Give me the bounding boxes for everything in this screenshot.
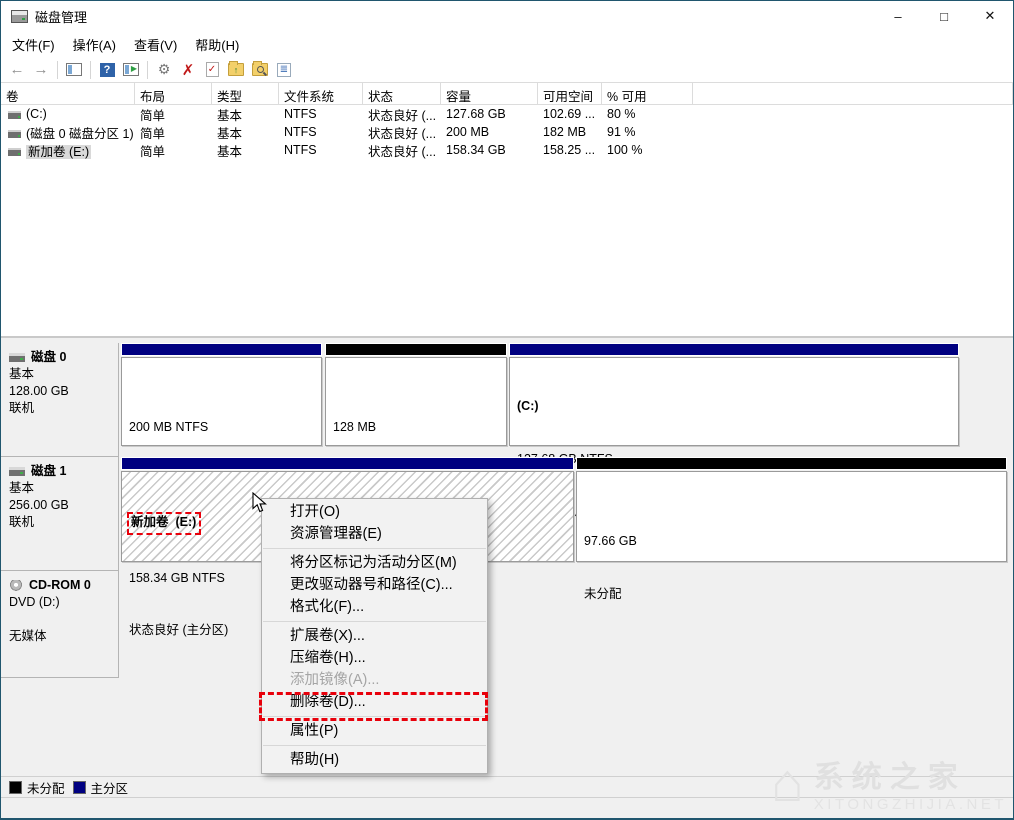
- menu-item-help[interactable]: 帮助(H): [262, 749, 487, 771]
- action-pane-icon[interactable]: [122, 61, 140, 78]
- menu-separator: [263, 745, 486, 746]
- mouse-cursor: [252, 492, 267, 513]
- menu-item-mark-active[interactable]: 将分区标记为活动分区(M): [262, 552, 487, 574]
- forward-icon[interactable]: →: [32, 61, 50, 78]
- partition-header: [576, 457, 1007, 470]
- column-volume[interactable]: 卷: [1, 83, 135, 104]
- legend-swatch-unallocated: [9, 780, 22, 794]
- disk0-row: 磁盘 0 基本 128.00 GB 联机 200 MB NTFS 状态良好 (系…: [1, 343, 1013, 518]
- minimize-button[interactable]: –: [875, 1, 921, 31]
- table-row-selected[interactable]: 新加卷 (E:) 简单 基本 NTFS 状态良好 (... 158.34 GB …: [1, 141, 1013, 159]
- disk-management-window: { "window": { "title": "磁盘管理" }, "titleb…: [0, 0, 1014, 820]
- graphical-view: 磁盘 0 基本 128.00 GB 联机 200 MB NTFS 状态良好 (系…: [1, 337, 1013, 776]
- column-type[interactable]: 类型: [212, 83, 279, 104]
- toolbar: ← → ? ⚙ ✗ ✓ ↑ ≣: [1, 57, 1013, 83]
- back-icon[interactable]: ←: [8, 61, 26, 78]
- partition-header: [509, 343, 959, 356]
- menu-file[interactable]: 文件(F): [3, 31, 64, 58]
- titlebar: 磁盘管理 – □ ✕: [1, 1, 1013, 31]
- menu-bar: 文件(F) 操作(A) 查看(V) 帮助(H): [1, 31, 1013, 57]
- menu-item-extend-volume[interactable]: 扩展卷(X)...: [262, 625, 487, 647]
- disk0-partition-c[interactable]: (C:) 127.68 GB NTFS 状态良好 (启动, 页面文件, 故障转储…: [509, 343, 959, 518]
- check-document-icon[interactable]: ✓: [203, 61, 221, 78]
- column-filesystem[interactable]: 文件系统: [279, 83, 363, 104]
- folder-up-icon[interactable]: ↑: [227, 61, 245, 78]
- context-menu: 打开(O) 资源管理器(E) 将分区标记为活动分区(M) 更改驱动器号和路径(C…: [261, 498, 488, 774]
- column-filler: [693, 83, 1013, 104]
- menu-separator: [263, 548, 486, 549]
- window-controls: – □ ✕: [875, 1, 1013, 31]
- volume-icon: [8, 110, 21, 119]
- tool-icon[interactable]: ⚙: [155, 61, 173, 78]
- console-tree-icon[interactable]: [65, 61, 83, 78]
- disk1-unallocated[interactable]: 97.66 GB 未分配: [576, 457, 1007, 601]
- disk-icon: [9, 353, 25, 362]
- menu-separator: [263, 621, 486, 622]
- annotation-volume-name: 新加卷 (E:): [127, 512, 202, 535]
- disk0-unallocated[interactable]: 128 MB 未分配: [325, 343, 507, 487]
- annotation-delete-volume: [259, 692, 488, 721]
- volume-list: 卷 布局 类型 文件系统 状态 容量 可用空间 % 可用 (C:) 简单 基本 …: [1, 83, 1013, 337]
- menu-action[interactable]: 操作(A): [64, 31, 125, 58]
- menu-item-change-letter[interactable]: 更改驱动器号和路径(C)...: [262, 574, 487, 596]
- app-icon: [11, 9, 28, 23]
- partition-header: [121, 343, 322, 356]
- column-free-space[interactable]: 可用空间: [538, 83, 602, 104]
- disk0-partition-system[interactable]: 200 MB NTFS 状态良好 (系统, 活动, 主分区): [121, 343, 322, 487]
- close-button[interactable]: ✕: [967, 1, 1013, 31]
- checklist-icon[interactable]: ≣: [275, 61, 293, 78]
- disk-icon: [9, 467, 25, 476]
- column-layout[interactable]: 布局: [135, 83, 212, 104]
- table-row[interactable]: (C:) 简单 基本 NTFS 状态良好 (... 127.68 GB 102.…: [1, 105, 1013, 123]
- volume-list-header: 卷 布局 类型 文件系统 状态 容量 可用空间 % 可用: [1, 83, 1013, 105]
- legend-unallocated: 未分配: [9, 778, 65, 797]
- legend-bar: 未分配 主分区: [1, 776, 1013, 797]
- volume-icon: [8, 148, 21, 157]
- table-row[interactable]: (磁盘 0 磁盘分区 1) 简单 基本 NTFS 状态良好 (... 200 M…: [1, 123, 1013, 141]
- volume-icon: [8, 130, 21, 139]
- help-icon[interactable]: ?: [98, 61, 116, 78]
- menu-item-format[interactable]: 格式化(F)...: [262, 596, 487, 618]
- column-status[interactable]: 状态: [363, 83, 441, 104]
- partition-header: [121, 457, 574, 470]
- cdrom-label[interactable]: CD-ROM 0 DVD (D:) 无媒体: [1, 571, 119, 678]
- disk0-label[interactable]: 磁盘 0 基本 128.00 GB 联机: [1, 343, 119, 457]
- menu-item-open[interactable]: 打开(O): [262, 501, 487, 523]
- cdrom-icon: [9, 579, 23, 592]
- legend-swatch-primary: [72, 780, 86, 794]
- menu-item-properties[interactable]: 属性(P): [262, 720, 487, 742]
- partition-header: [325, 343, 507, 356]
- disk1-row: 磁盘 1 基本 256.00 GB 联机 新加卷 (E:) 158.34 GB …: [1, 457, 1013, 637]
- window-title: 磁盘管理: [35, 9, 88, 25]
- menu-item-shrink-volume[interactable]: 压缩卷(H)...: [262, 647, 487, 669]
- menu-view[interactable]: 查看(V): [125, 31, 186, 58]
- menu-help[interactable]: 帮助(H): [186, 31, 248, 58]
- maximize-button[interactable]: □: [921, 1, 967, 31]
- legend-primary-partition: 主分区: [72, 778, 128, 797]
- status-bar: [1, 797, 1013, 818]
- cdrom-row: CD-ROM 0 DVD (D:) 无媒体: [1, 571, 1013, 678]
- column-capacity[interactable]: 容量: [441, 83, 538, 104]
- menu-item-explorer[interactable]: 资源管理器(E): [262, 523, 487, 545]
- delete-icon[interactable]: ✗: [179, 61, 197, 79]
- folder-search-icon[interactable]: [251, 61, 269, 78]
- disk1-label[interactable]: 磁盘 1 基本 256.00 GB 联机: [1, 457, 119, 571]
- column-pct-free[interactable]: % 可用: [602, 83, 693, 104]
- menu-item-add-mirror: 添加镜像(A)...: [290, 672, 380, 688]
